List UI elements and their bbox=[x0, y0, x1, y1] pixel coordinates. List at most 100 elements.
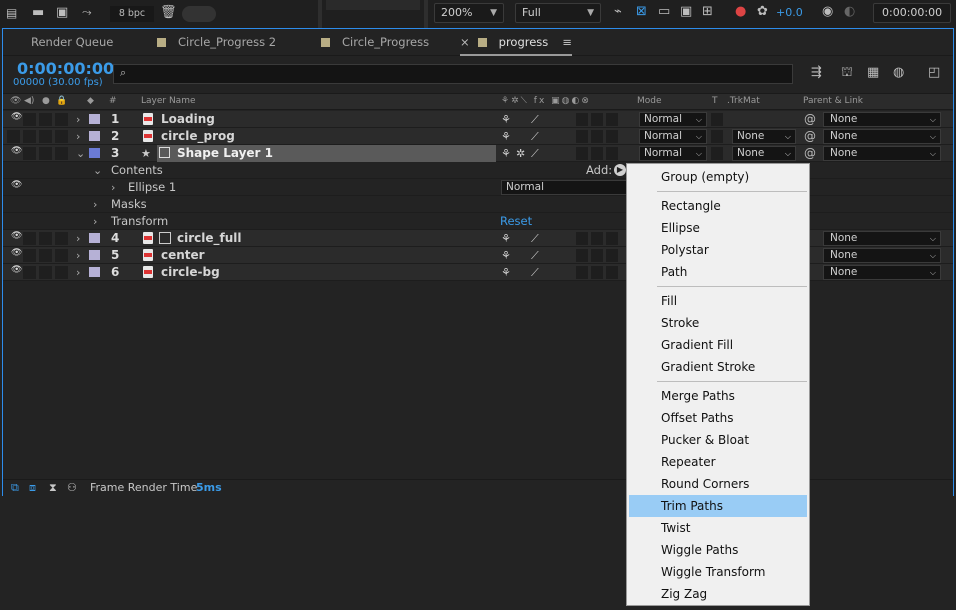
tab-close-icon[interactable]: × bbox=[460, 35, 470, 49]
menu-item-rectangle[interactable]: Rectangle bbox=[629, 195, 807, 217]
eye-icon[interactable]: 👁 bbox=[11, 112, 22, 122]
solo-toggle[interactable] bbox=[39, 249, 52, 262]
label-column-icon[interactable]: ◆ bbox=[87, 94, 94, 109]
label-color[interactable] bbox=[89, 233, 100, 243]
menu-item-polystar[interactable]: Polystar bbox=[629, 239, 807, 261]
collapse-chevron-icon[interactable]: ⌄ bbox=[93, 162, 102, 179]
track-matte-dropdown[interactable]: None ⌵ bbox=[732, 129, 796, 144]
mode-column[interactable]: Mode bbox=[637, 94, 662, 109]
solo-toggle[interactable] bbox=[39, 232, 52, 245]
parent-column[interactable]: Parent & Link bbox=[803, 94, 863, 109]
folder-icon[interactable]: ▬ bbox=[32, 5, 44, 20]
expand-chevron-icon[interactable]: › bbox=[76, 264, 80, 281]
expand-chevron-icon[interactable]: › bbox=[93, 196, 97, 213]
lock-toggle[interactable] bbox=[55, 147, 68, 160]
3d-switch[interactable] bbox=[606, 249, 618, 262]
blend-mode-dropdown[interactable]: Normal ⌵ bbox=[639, 112, 707, 127]
audio-toggle[interactable] bbox=[23, 147, 36, 160]
render-icon[interactable]: ▤ bbox=[6, 6, 17, 20]
label-color[interactable] bbox=[89, 131, 100, 141]
layer-row[interactable]: 👁 › 4 circle_full ⚘ ⟋ None ⌵ bbox=[3, 230, 953, 247]
motion-blur-switch[interactable] bbox=[576, 147, 588, 160]
draft-3d-icon[interactable]: ⛫ bbox=[841, 65, 853, 82]
zoom-dropdown[interactable]: 200% ▼ bbox=[434, 3, 504, 23]
number-column[interactable]: # bbox=[109, 94, 117, 109]
graph-editor-icon[interactable]: ◰ bbox=[928, 65, 940, 80]
quality-icon[interactable]: ⟋ bbox=[531, 247, 539, 264]
3d-switch[interactable] bbox=[606, 232, 618, 245]
blend-mode-dropdown[interactable]: Normal ⌵ bbox=[639, 146, 707, 161]
layer-name[interactable]: Shape Layer 1 bbox=[177, 145, 273, 162]
menu-item-wiggle-transform[interactable]: Wiggle Transform bbox=[629, 561, 807, 583]
add-formatting-button[interactable] bbox=[326, 0, 420, 10]
shy-icon[interactable]: ⚘ bbox=[501, 264, 511, 281]
motion-blur-switch[interactable] bbox=[576, 232, 588, 245]
menu-item-stroke[interactable]: Stroke bbox=[629, 312, 807, 334]
menu-item-merge-paths[interactable]: Merge Paths bbox=[629, 385, 807, 407]
flowchart-icon[interactable]: ⤳ bbox=[82, 5, 92, 20]
expand-chevron-icon[interactable]: › bbox=[76, 128, 80, 145]
shy-icon[interactable]: ⚘ bbox=[501, 128, 511, 145]
layer-row[interactable]: › 2 circle_prog ⚘ ⟋ Normal ⌵ None ⌵ @ None… bbox=[3, 128, 953, 145]
search-input[interactable]: ⌕ bbox=[113, 64, 793, 84]
tab-render-queue[interactable]: Render Queue bbox=[31, 29, 113, 56]
menu-item-ellipse[interactable]: Ellipse bbox=[629, 217, 807, 239]
menu-item-offset-paths[interactable]: Offset Paths bbox=[629, 407, 807, 429]
quality-icon[interactable]: ⟋ bbox=[531, 111, 539, 128]
grid-guides-icon[interactable]: ⊞ bbox=[702, 4, 713, 19]
shy-icon[interactable]: ⚘ bbox=[501, 111, 511, 128]
menu-item-round-corners[interactable]: Round Corners bbox=[629, 473, 807, 495]
adjustment-switch[interactable] bbox=[591, 232, 603, 245]
layer-name[interactable]: center bbox=[161, 247, 205, 264]
color-management-icon[interactable]: ✿ bbox=[757, 4, 768, 19]
parent-dropdown[interactable]: None ⌵ bbox=[823, 112, 941, 127]
color-channels-icon[interactable]: ● bbox=[735, 4, 746, 19]
shy-icon[interactable]: ⚘ bbox=[501, 145, 511, 162]
lock-toggle[interactable] bbox=[55, 266, 68, 279]
expand-chevron-icon[interactable]: › bbox=[76, 230, 80, 247]
menu-item-group-empty[interactable]: Group (empty) bbox=[629, 166, 807, 188]
panel-menu-icon[interactable]: ≡ bbox=[562, 35, 572, 49]
pick-whip-icon[interactable]: @ bbox=[804, 145, 816, 162]
comp-toggle-icon[interactable]: ⧉ bbox=[11, 480, 19, 496]
parent-dropdown[interactable]: None ⌵ bbox=[823, 129, 941, 144]
layer-name[interactable]: Loading bbox=[161, 111, 215, 128]
quality-icon[interactable]: ⟋ bbox=[531, 264, 539, 281]
layer-name-column[interactable]: Layer Name bbox=[141, 94, 196, 109]
preserve-transparency-toggle[interactable] bbox=[711, 130, 723, 143]
video-toggle[interactable] bbox=[7, 130, 20, 143]
expand-chevron-icon[interactable]: › bbox=[76, 111, 80, 128]
collapse-chevron-icon[interactable]: ⌄ bbox=[76, 145, 85, 162]
audio-column-icon[interactable]: ◀) bbox=[24, 94, 34, 109]
transparency-grid-icon[interactable]: ⊠ bbox=[636, 4, 647, 19]
collapse-transform-icon[interactable]: ✲ bbox=[516, 145, 525, 162]
trkmat-column[interactable]: .TrkMat bbox=[727, 94, 760, 109]
add-arrow-icon[interactable]: ▶ bbox=[614, 164, 626, 176]
t-column[interactable]: T bbox=[712, 94, 718, 109]
audio-toggle[interactable] bbox=[23, 113, 36, 126]
3d-switch[interactable] bbox=[606, 130, 618, 143]
pick-whip-icon[interactable]: @ bbox=[804, 111, 816, 128]
layer-row[interactable]: 👁 › 6 circle-bg ⚘ ⟋ None ⌵ bbox=[3, 264, 953, 281]
layer-row[interactable]: 👁 › 5 center ⚘ ⟋ None ⌵ bbox=[3, 247, 953, 264]
transform-row[interactable]: › Transform Reset bbox=[3, 213, 953, 230]
pick-whip-icon[interactable]: @ bbox=[804, 128, 816, 145]
preserve-transparency-toggle[interactable] bbox=[711, 113, 723, 126]
motion-blur-switch[interactable] bbox=[576, 113, 588, 126]
quality-icon[interactable]: ⟋ bbox=[531, 145, 539, 162]
menu-item-wiggle-paths[interactable]: Wiggle Paths bbox=[629, 539, 807, 561]
layer-row-selected[interactable]: 👁 ⌄ 3 ★ Shape Layer 1 ⚘ ✲ ⟋ Normal ⌵ None… bbox=[3, 145, 953, 162]
expand-chevron-icon[interactable]: › bbox=[93, 213, 97, 230]
audio-toggle[interactable] bbox=[23, 249, 36, 262]
solo-toggle[interactable] bbox=[39, 130, 52, 143]
quality-icon[interactable]: ⟋ bbox=[531, 230, 539, 247]
quality-icon[interactable]: ⟋ bbox=[531, 128, 539, 145]
tab-progress[interactable]: × progress ≡ bbox=[460, 29, 572, 56]
tab-circle-progress[interactable]: Circle_Progress bbox=[321, 29, 429, 56]
menu-item-zig-zag[interactable]: Zig Zag bbox=[629, 583, 807, 605]
parent-dropdown[interactable]: None ⌵ bbox=[823, 265, 941, 280]
menu-item-trim-paths[interactable]: Trim Paths bbox=[629, 495, 807, 517]
menu-item-repeater[interactable]: Repeater bbox=[629, 451, 807, 473]
eye-icon[interactable]: 👁 bbox=[11, 248, 22, 258]
3d-switch[interactable] bbox=[606, 113, 618, 126]
